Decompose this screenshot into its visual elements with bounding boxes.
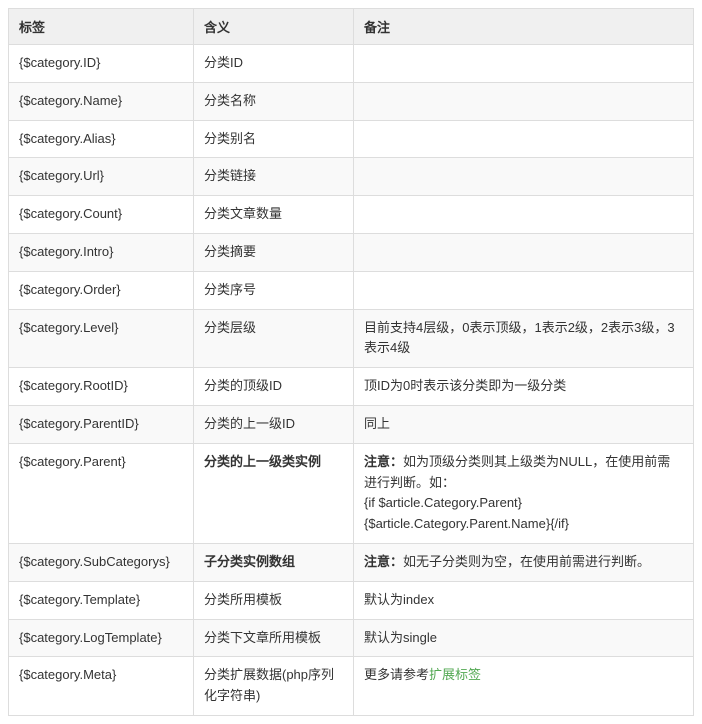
cell-note [354, 233, 694, 271]
cell-tag: {$category.Url} [9, 158, 194, 196]
cell-note: 目前支持4层级，0表示顶级，1表示2级，2表示3级，3表示4级 [354, 309, 694, 368]
cell-tag: {$category.Level} [9, 309, 194, 368]
cell-meaning: 分类的顶级ID [194, 368, 354, 406]
cell-tag: {$category.SubCategorys} [9, 543, 194, 581]
cell-tag: {$category.Intro} [9, 233, 194, 271]
cell-meaning: 分类下文章所用模板 [194, 619, 354, 657]
header-tag: 标签 [9, 9, 194, 45]
cell-tag: {$category.ID} [9, 45, 194, 83]
table-row: {$category.RootID}分类的顶级ID顶ID为0时表示该分类即为一级… [9, 368, 694, 406]
cell-tag: {$category.Count} [9, 196, 194, 234]
meaning-bold-text: 分类的上一级类实例 [204, 454, 321, 469]
cell-tag: {$category.LogTemplate} [9, 619, 194, 657]
cell-note [354, 196, 694, 234]
cell-note: 同上 [354, 405, 694, 443]
category-tags-table: 标签 含义 备注 {$category.ID}分类ID{$category.Na… [8, 8, 694, 716]
meaning-bold-text: 子分类实例数组 [204, 554, 295, 569]
cell-note: 注意：如为顶级分类则其上级类为NULL，在使用前需进行判断。如： {if $ar… [354, 443, 694, 543]
note-link[interactable]: 扩展标签 [429, 667, 481, 682]
cell-note: 注意：如无子分类则为空，在使用前需进行判断。 [354, 543, 694, 581]
cell-meaning: 分类的上一级ID [194, 405, 354, 443]
table-row: {$category.LogTemplate}分类下文章所用模板默认为singl… [9, 619, 694, 657]
cell-tag: {$category.Parent} [9, 443, 194, 543]
cell-meaning: 分类名称 [194, 82, 354, 120]
table-row: {$category.Alias}分类别名 [9, 120, 694, 158]
table-row: {$category.Intro}分类摘要 [9, 233, 694, 271]
cell-meaning: 分类扩展数据(php序列化字符串) [194, 657, 354, 716]
header-note: 备注 [354, 9, 694, 45]
table-row: {$category.Level}分类层级目前支持4层级，0表示顶级，1表示2级… [9, 309, 694, 368]
cell-meaning: 分类ID [194, 45, 354, 83]
note-rest-text: 如无子分类则为空，在使用前需进行判断。 [403, 554, 650, 569]
cell-meaning: 分类所用模板 [194, 581, 354, 619]
cell-note: 默认为index [354, 581, 694, 619]
cell-meaning: 分类别名 [194, 120, 354, 158]
table-row: {$category.SubCategorys} 子分类实例数组 注意：如无子分类则… [9, 543, 694, 581]
note-rest-text: 如为顶级分类则其上级类为NULL，在使用前需进行判断。如： {if $artic… [364, 454, 670, 531]
cell-note [354, 271, 694, 309]
table-row: {$category.Parent} 分类的上一级类实例 注意：如为顶级分类则其上级… [9, 443, 694, 543]
cell-meaning: 分类摘要 [194, 233, 354, 271]
cell-tag: {$category.Alias} [9, 120, 194, 158]
note-bold-prefix: 注意： [364, 554, 403, 569]
cell-note: 顶ID为0时表示该分类即为一级分类 [354, 368, 694, 406]
cell-note [354, 120, 694, 158]
cell-note: 默认为single [354, 619, 694, 657]
table-row: {$category.Meta}分类扩展数据(php序列化字符串)更多请参考扩展… [9, 657, 694, 716]
table-row: {$category.ID}分类ID [9, 45, 694, 83]
note-text: 更多请参考 [364, 667, 429, 682]
cell-meaning: 分类序号 [194, 271, 354, 309]
table-header-row: 标签 含义 备注 [9, 9, 694, 45]
table-row: {$category.Order}分类序号 [9, 271, 694, 309]
cell-tag: {$category.RootID} [9, 368, 194, 406]
cell-note [354, 45, 694, 83]
cell-tag: {$category.Order} [9, 271, 194, 309]
cell-note: 更多请参考扩展标签 [354, 657, 694, 716]
cell-meaning: 分类文章数量 [194, 196, 354, 234]
table-row: {$category.Name}分类名称 [9, 82, 694, 120]
table-row: {$category.Url}分类链接 [9, 158, 694, 196]
header-meaning: 含义 [194, 9, 354, 45]
cell-tag: {$category.Template} [9, 581, 194, 619]
cell-meaning: 分类链接 [194, 158, 354, 196]
table-row: {$category.ParentID}分类的上一级ID同上 [9, 405, 694, 443]
note-bold-prefix: 注意： [364, 454, 403, 469]
cell-note [354, 158, 694, 196]
cell-meaning: 分类的上一级类实例 [194, 443, 354, 543]
table-row: {$category.Count}分类文章数量 [9, 196, 694, 234]
cell-tag: {$category.Name} [9, 82, 194, 120]
cell-meaning: 分类层级 [194, 309, 354, 368]
table-row: {$category.Template}分类所用模板默认为index [9, 581, 694, 619]
cell-meaning: 子分类实例数组 [194, 543, 354, 581]
cell-tag: {$category.Meta} [9, 657, 194, 716]
cell-note [354, 82, 694, 120]
cell-tag: {$category.ParentID} [9, 405, 194, 443]
